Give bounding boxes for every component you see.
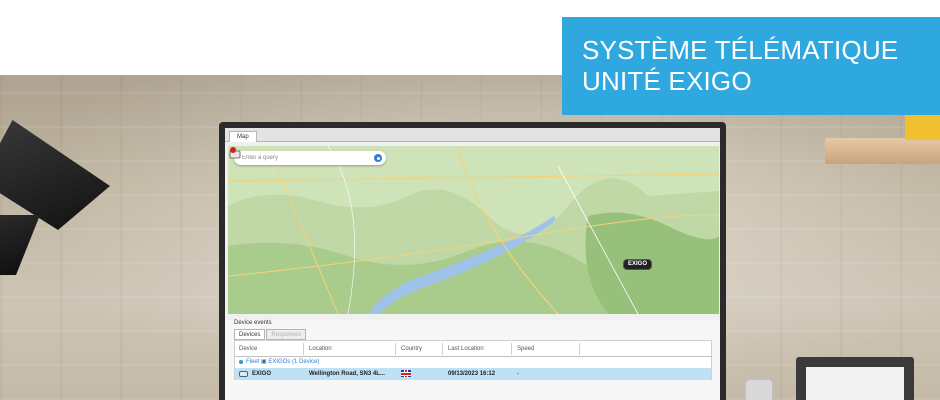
cell-location: Wellington Road, SN3 4L... xyxy=(309,371,385,377)
group-label[interactable]: Fleet ▣ EXIGOs (1 Device) xyxy=(246,357,319,368)
monitor: Map Enter a query EXIGO Device events De… xyxy=(219,122,726,400)
search-box xyxy=(234,151,386,165)
search-icon[interactable] xyxy=(374,154,382,162)
banner-title-line1: SYSTÈME TÉLÉMATIQUE xyxy=(582,35,899,65)
group-name: EXIGOs xyxy=(268,359,291,365)
app-screen: Map Enter a query EXIGO Device events De… xyxy=(225,128,720,400)
column-divider[interactable] xyxy=(579,343,580,355)
tab-map[interactable]: Map xyxy=(229,131,257,142)
group-count: (1 Device) xyxy=(292,359,320,365)
column-divider[interactable] xyxy=(395,343,396,355)
panel-tabs: Devices Responses xyxy=(234,329,307,340)
table-header: Device Location Country Last Location Sp… xyxy=(234,340,712,357)
map-view[interactable]: EXIGO xyxy=(228,146,719,314)
group-expand-icon[interactable] xyxy=(239,360,243,364)
map-marker-label[interactable]: EXIGO xyxy=(624,260,652,269)
map-canvas xyxy=(228,146,719,314)
column-divider[interactable] xyxy=(511,343,512,355)
cell-speed: - xyxy=(517,371,519,377)
column-header-device[interactable]: Device xyxy=(235,341,257,356)
devices-table: Device Location Country Last Location Sp… xyxy=(234,340,712,380)
photo-frame xyxy=(796,357,914,400)
uk-flag-icon xyxy=(401,370,411,377)
column-header-country[interactable]: Country xyxy=(397,341,422,356)
column-header-location[interactable]: Location xyxy=(305,341,332,356)
column-divider[interactable] xyxy=(442,343,443,355)
tab-responses[interactable]: Responses xyxy=(266,329,307,340)
vehicle-icon xyxy=(239,371,248,377)
table-row[interactable]: EXIGO Wellington Road, SN3 4L... 09/13/2… xyxy=(234,368,712,380)
group-prefix: Fleet xyxy=(246,359,260,365)
column-header-speed[interactable]: Speed xyxy=(513,341,534,356)
tab-devices[interactable]: Devices xyxy=(234,329,266,340)
column-header-last-location[interactable]: Last Location xyxy=(444,341,484,356)
group-row[interactable]: Fleet ▣ EXIGOs (1 Device) xyxy=(234,357,712,368)
folder-icon: ▣ xyxy=(261,359,267,365)
column-divider[interactable] xyxy=(303,343,304,355)
cell-last-location: 09/13/2023 16:12 xyxy=(448,371,496,377)
device-events-panel: Device events Devices Responses Device Lo… xyxy=(225,320,720,400)
shelf-box xyxy=(905,112,940,140)
cell-device: EXIGO xyxy=(252,371,272,377)
wall-shelf xyxy=(825,138,940,164)
tab-bar: Map xyxy=(225,128,720,142)
search-input[interactable] xyxy=(242,152,370,164)
desk-speaker xyxy=(744,378,774,400)
map-pin-icon[interactable] xyxy=(228,146,242,160)
panel-title: Device events xyxy=(234,320,272,326)
banner-title-line2: UNITÉ EXIGO xyxy=(582,66,752,96)
title-banner: SYSTÈME TÉLÉMATIQUE UNITÉ EXIGO xyxy=(562,17,940,115)
